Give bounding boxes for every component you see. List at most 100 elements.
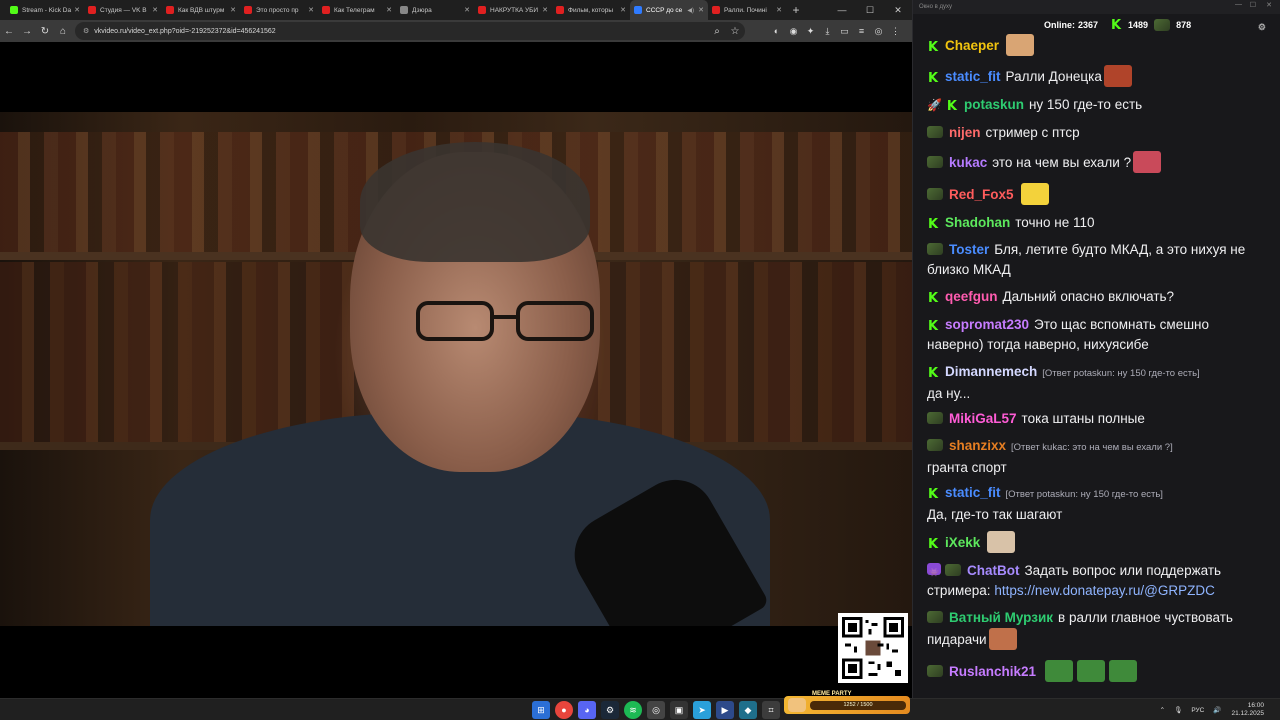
app-icon[interactable]: ◆ (739, 701, 757, 719)
app-icon[interactable]: ▶ (716, 701, 734, 719)
close-tab-icon[interactable]: ✕ (542, 6, 548, 14)
browser-tab[interactable]: СССР до се ✕ ◀) (630, 0, 708, 20)
audio-playing-icon[interactable]: ◀) (687, 7, 694, 14)
chat-username[interactable]: ChatBot (967, 563, 1020, 578)
chat-username[interactable]: kukac (949, 155, 987, 170)
extension-icon[interactable]: ◐ (768, 22, 785, 40)
steam-icon[interactable]: ⚙ (601, 701, 619, 719)
menu-icon[interactable]: ⋮ (887, 22, 904, 40)
zoom-icon[interactable]: ⌕ (708, 22, 726, 40)
extensions-puzzle-icon[interactable]: ✦ (802, 22, 819, 40)
chat-message: Kstatic_fit [Ответ potaskun: ну 150 где-т… (927, 483, 1267, 525)
forward-icon[interactable]: → (18, 22, 36, 40)
close-button[interactable]: ✕ (884, 0, 912, 20)
chat-username[interactable]: nijen (949, 125, 981, 140)
tab-strip: Stream - Kick Da ✕ Студия — VK В ✕ Как ВДВ ш… (0, 0, 912, 20)
browser-tab[interactable]: Как Телеграм ✕ (318, 0, 396, 20)
browser-tab[interactable]: Как ВДВ штурм ✕ (162, 0, 240, 20)
video-player[interactable] (0, 112, 912, 626)
tab-search-icon[interactable]: ≡ (853, 22, 870, 40)
close-button[interactable]: ✕ (1266, 1, 1272, 9)
maximize-button[interactable]: ☐ (1250, 1, 1256, 9)
close-tab-icon[interactable]: ✕ (308, 6, 314, 14)
chat-username[interactable]: potaskun (964, 97, 1024, 112)
chat-username[interactable]: qeefgun (945, 289, 998, 304)
chat-message: K Chaeper (927, 34, 1267, 56)
back-icon[interactable]: ← (0, 22, 18, 40)
chat-text: гранта спорт (927, 460, 1007, 475)
minimize-button[interactable]: — (1235, 1, 1242, 8)
obs-icon[interactable]: ◎ (647, 701, 665, 719)
chat-username[interactable]: iXekk (945, 535, 980, 550)
profile-icon[interactable]: ◎ (870, 22, 887, 40)
meme-party-widget: MEME PARTY 1252 / 1500 (784, 691, 910, 714)
chat-username[interactable]: shanzixx (949, 438, 1006, 453)
chat-message: 👾 ChatBot Задать вопрос или поддержать стр… (927, 561, 1267, 601)
favicon-icon (478, 6, 486, 14)
browser-tab[interactable]: Это просто пр ✕ (240, 0, 318, 20)
clock[interactable]: 16:00 21.12.2025 (1231, 702, 1264, 718)
clock-time: 16:00 (1247, 702, 1264, 709)
browser-tab[interactable]: Дзюра ✕ (396, 0, 474, 20)
chat-username[interactable]: Ватный Мурзик (949, 610, 1053, 625)
close-tab-icon[interactable]: ✕ (74, 6, 80, 14)
language-indicator[interactable]: РУС (1191, 707, 1204, 714)
chat-username[interactable]: Shadohan (945, 215, 1010, 230)
telegram-icon[interactable]: ➤ (693, 701, 711, 719)
close-tab-icon[interactable]: ✕ (464, 6, 470, 14)
browser-tab[interactable]: Stream - Kick Da ✕ (6, 0, 84, 20)
chat-username[interactable]: static_fit (945, 485, 1001, 500)
tab-label: Фильм, которы (568, 6, 614, 14)
close-tab-icon[interactable]: ✕ (620, 6, 626, 14)
site-info-icon[interactable]: ⚙ (83, 27, 89, 35)
new-tab-button[interactable]: + (788, 2, 804, 18)
chat-link[interactable]: https://new.donatepay.ru/@GRPZDC (994, 583, 1215, 598)
browser-tab[interactable]: НАКРУТКА УБИ ✕ (474, 0, 552, 20)
browser-tab[interactable]: Фильм, которы ✕ (552, 0, 630, 20)
settings-icon[interactable]: ⚙ (1258, 22, 1266, 33)
downloads-icon[interactable]: ⤓ (819, 22, 836, 40)
volume-icon[interactable]: 🔊 (1213, 706, 1221, 714)
close-tab-icon[interactable]: ✕ (776, 6, 782, 14)
sidebar-icon[interactable]: ▭ (836, 22, 853, 40)
chat-username[interactable]: sopromat230 (945, 317, 1029, 332)
chat-text: тока штаны полные (1021, 411, 1145, 426)
close-tab-icon[interactable]: ✕ (386, 6, 392, 14)
pepe-badge-icon (927, 126, 943, 138)
address-bar[interactable]: ⚙ vkvideo.ru/video_ext.php?oid=-21925237… (75, 22, 745, 40)
spotify-icon[interactable]: ≋ (624, 701, 642, 719)
chat-username[interactable]: Ruslanchik21 (949, 664, 1036, 679)
chat-text: Да, где-то так шагают (927, 507, 1063, 522)
discord-icon[interactable]: ◕ (578, 701, 596, 719)
close-tab-icon[interactable]: ✕ (230, 6, 236, 14)
favicon-icon (712, 6, 720, 14)
bookmark-star-icon[interactable]: ☆ (726, 22, 744, 40)
browser-tab[interactable]: Ралли. Почині ✕ (708, 0, 786, 20)
extension-icon[interactable]: ◉ (785, 22, 802, 40)
chat-username[interactable]: MikiGaL57 (949, 411, 1017, 426)
browser-tab[interactable]: Студия — VK В ✕ (84, 0, 162, 20)
maximize-button[interactable]: ☐ (856, 0, 884, 20)
close-tab-icon[interactable]: ✕ (152, 6, 158, 14)
chat-username[interactable]: static_fit (945, 69, 1001, 84)
minimize-button[interactable]: — (828, 0, 856, 20)
chevron-up-icon[interactable]: ⌃ (1160, 706, 1165, 714)
pepe-emote-icon (1045, 660, 1074, 682)
home-icon[interactable]: ⌂ (54, 22, 72, 40)
chat-username[interactable]: Dimannemech (945, 364, 1037, 379)
app-icon[interactable]: ▣ (670, 701, 688, 719)
chrome-icon[interactable]: ● (555, 701, 573, 719)
app-icon[interactable]: ⌗ (762, 701, 780, 719)
kick-badge-icon: K (927, 487, 939, 502)
kick-badge-icon: K (927, 537, 939, 552)
start-icon[interactable]: ⊞ (532, 701, 550, 719)
chat-username[interactable]: Toster (949, 242, 989, 257)
reload-icon[interactable]: ↻ (36, 22, 54, 40)
microphone-icon[interactable]: 🎙 (1174, 706, 1182, 714)
chat-username[interactable]: Red_Fox5 (949, 187, 1014, 202)
browser-toolbar: ← → ↻ ⌂ ⚙ vkvideo.ru/video_ext.php?oid=-… (0, 20, 912, 42)
chat-username[interactable]: Chaeper (945, 38, 999, 53)
close-tab-icon[interactable]: ✕ (698, 6, 704, 14)
pepe-badge-icon (927, 156, 943, 168)
tab-label: Как ВДВ штурм (178, 6, 225, 14)
